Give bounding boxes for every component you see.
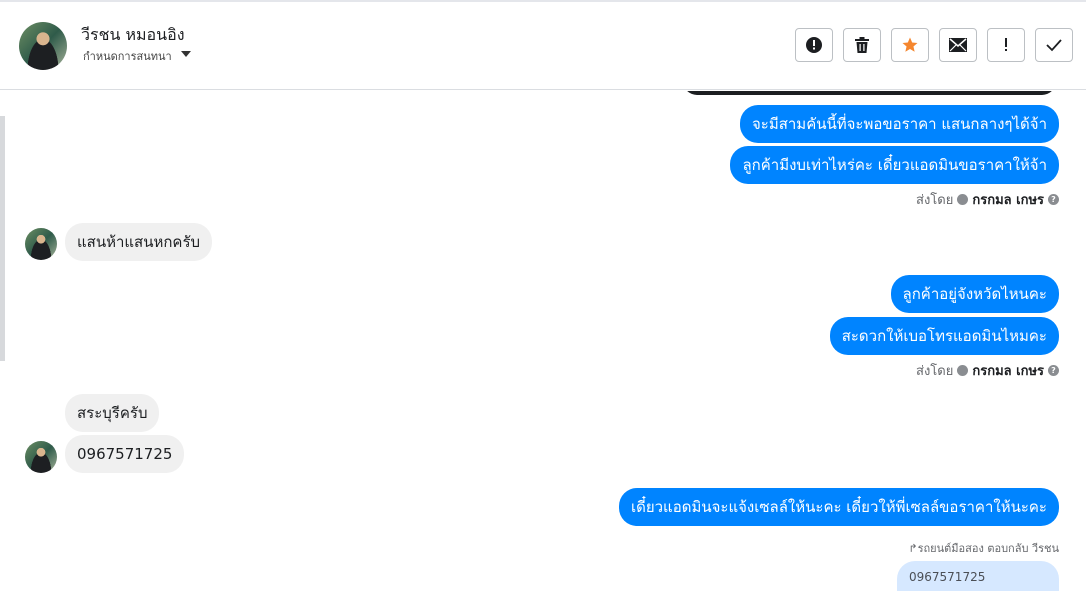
delete-button[interactable] xyxy=(843,28,881,62)
help-icon[interactable]: ? xyxy=(1048,194,1059,205)
top-divider xyxy=(0,0,1086,2)
sender-name[interactable]: กรกมล เกษร xyxy=(972,189,1044,210)
reply-label: ↱รถยนต์มือสอง ตอบกลับ วีรชน xyxy=(908,539,1059,557)
verified-icon xyxy=(957,194,969,205)
conversation-settings-label[interactable]: กำหนดการสนทนา xyxy=(83,47,172,65)
outgoing-message[interactable]: สะดวกให้เบอโทรแอดมินไหมคะ xyxy=(829,317,1059,355)
quoted-reply[interactable]: 0967571725 xyxy=(897,561,1059,591)
alert-circle-icon xyxy=(806,37,822,53)
scrollbar[interactable] xyxy=(0,116,5,361)
done-button[interactable] xyxy=(1035,28,1073,62)
message-thread[interactable]: จะมีสามคันนี้ที่จะพอขอราคา แสนกลางๆได้จ้… xyxy=(0,91,1086,591)
sent-by-prefix: ส่งโดย xyxy=(916,193,954,208)
envelope-icon xyxy=(949,38,967,52)
report-button[interactable] xyxy=(795,28,833,62)
sent-by-label: ส่งโดย กรกมล เกษร ? xyxy=(916,189,1059,210)
conversation-header: วีรชน หมอนอิง กำหนดการสนทนา xyxy=(0,0,1086,90)
previous-message-tail xyxy=(683,91,1056,95)
outgoing-message[interactable]: จะมีสามคันนี้ที่จะพอขอราคา แสนกลางๆได้จ้… xyxy=(740,105,1059,143)
sent-by-label: ส่งโดย กรกมล เกษร ? xyxy=(916,360,1059,381)
caret-down-icon[interactable] xyxy=(181,51,191,57)
verified-icon xyxy=(957,365,969,376)
incoming-message[interactable]: สระบุรีครับ xyxy=(65,394,160,432)
star-icon xyxy=(902,37,918,52)
sender-name[interactable]: กรกมล เกษร xyxy=(972,360,1044,381)
important-button[interactable] xyxy=(987,28,1025,62)
mark-unread-button[interactable] xyxy=(939,28,977,62)
outgoing-message[interactable]: เดี๋ยวแอดมินจะแจ้งเซลล์ให้นะคะ เดี๋ยวให้… xyxy=(618,488,1059,526)
sent-by-prefix: ส่งโดย xyxy=(916,364,954,379)
help-icon[interactable]: ? xyxy=(1048,365,1059,376)
outgoing-message[interactable]: ลูกค้าอยู่จังหวัดไหนคะ xyxy=(890,275,1059,313)
incoming-message[interactable]: แสนห้าแสนหกครับ xyxy=(65,223,213,261)
reply-label-text: รถยนต์มือสอง ตอบกลับ วีรชน xyxy=(917,542,1059,555)
incoming-message[interactable]: 0967571725 xyxy=(65,435,185,473)
star-button[interactable] xyxy=(891,28,929,62)
reply-arrow-icon: ↱ xyxy=(908,542,918,555)
contact-avatar-small[interactable] xyxy=(25,228,57,260)
contact-avatar[interactable] xyxy=(19,22,67,70)
check-icon xyxy=(1046,39,1062,52)
exclamation-icon xyxy=(1005,38,1007,51)
contact-name[interactable]: วีรชน หมอนอิง xyxy=(81,23,185,48)
contact-avatar-small[interactable] xyxy=(25,441,57,473)
outgoing-message[interactable]: ลูกค้ามีงบเท่าไหร่คะ เดี๋ยวแอดมินขอราคาใ… xyxy=(730,146,1059,184)
trash-icon xyxy=(855,37,869,53)
